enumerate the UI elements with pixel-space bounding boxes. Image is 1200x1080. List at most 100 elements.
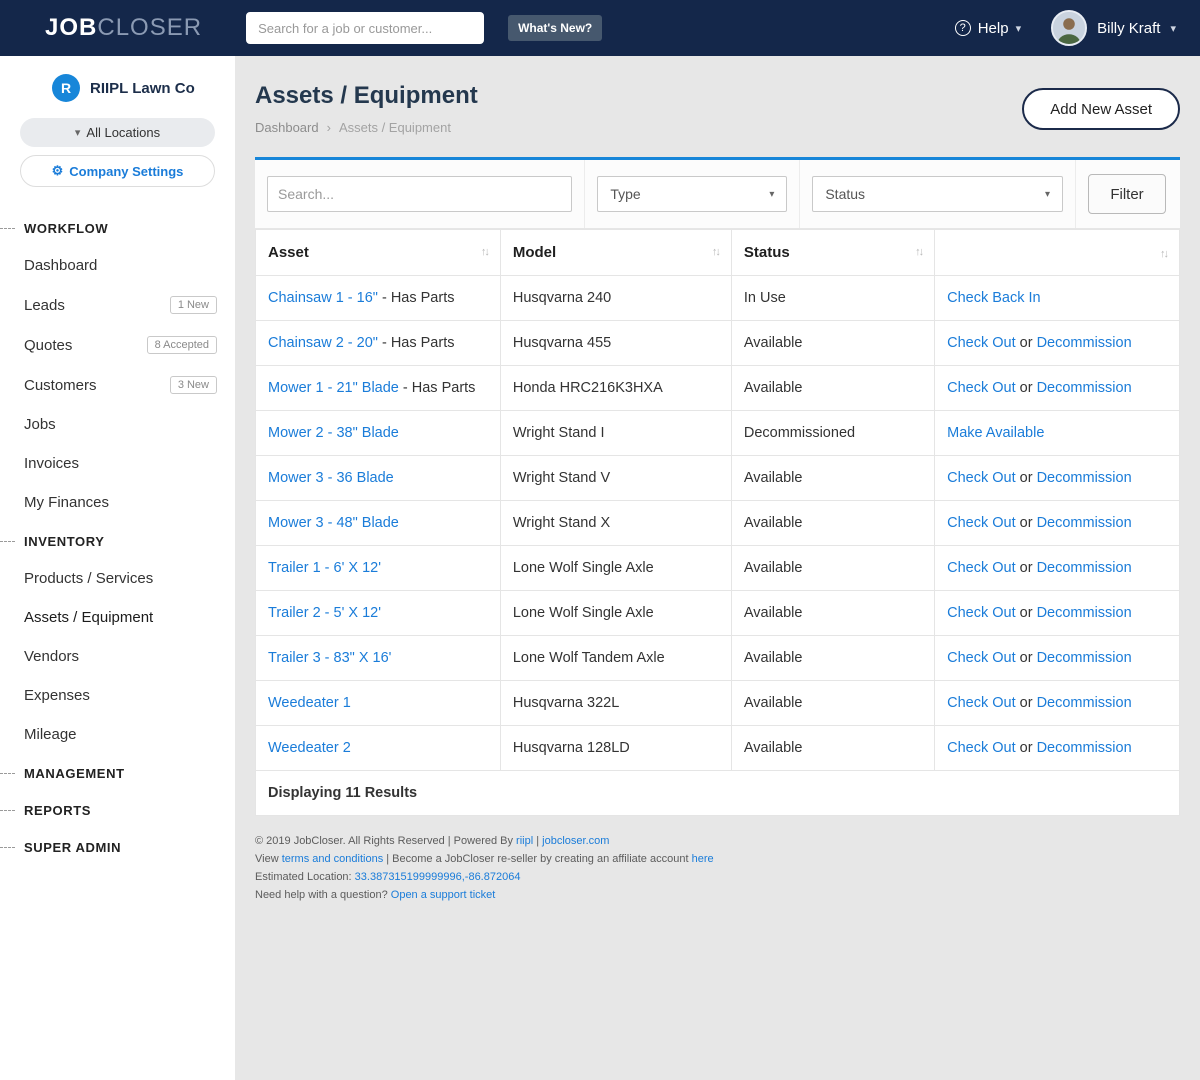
table-search-input[interactable] xyxy=(267,176,572,212)
sidebar-item-vendors[interactable]: Vendors xyxy=(0,637,235,676)
check-out-link[interactable]: Check Out xyxy=(947,650,1016,666)
assets-table-body: Chainsaw 1 - 16" - Has PartsHusqvarna 24… xyxy=(256,276,1180,816)
asset-link[interactable]: Chainsaw 2 - 20" xyxy=(268,335,378,351)
topbar: JOBCLOSER What's New? ? Help ▾ Billy Kra… xyxy=(0,0,1200,56)
asset-link[interactable]: Mower 3 - 48" Blade xyxy=(268,515,399,531)
sort-icon[interactable]: ↑↓ xyxy=(915,246,922,258)
sidebar-item-customers[interactable]: Customers3 New xyxy=(0,365,235,405)
company-settings-label: Company Settings xyxy=(69,164,183,179)
sidebar-item-dashboard[interactable]: Dashboard xyxy=(0,246,235,285)
footer-link-33-387315199999996-86-872064[interactable]: 33.387315199999996,-86.872064 xyxy=(355,871,521,883)
footer-link-jobcloser-com[interactable]: jobcloser.com xyxy=(542,835,609,847)
filter-button-cell: Filter xyxy=(1076,160,1180,228)
locations-label: All Locations xyxy=(86,125,160,140)
sidebar-item-products-services[interactable]: Products / Services xyxy=(0,559,235,598)
filter-button[interactable]: Filter xyxy=(1088,174,1166,214)
company-row[interactable]: R RIIPL Lawn Co xyxy=(0,56,235,110)
app-logo[interactable]: JOBCLOSER xyxy=(45,14,202,42)
model-cell: Husqvarna 240 xyxy=(500,276,731,321)
action-separator: or xyxy=(1016,515,1037,531)
chevron-down-icon: ▾ xyxy=(1016,22,1022,35)
column-header-asset[interactable]: ↑↓ Asset xyxy=(256,230,501,276)
actions-cell: Make Available xyxy=(935,411,1180,456)
locations-dropdown[interactable]: ▾ All Locations xyxy=(20,118,215,147)
sidebar-item-label: Quotes xyxy=(24,337,72,354)
action-separator: or xyxy=(1016,740,1037,756)
asset-link[interactable]: Chainsaw 1 - 16" xyxy=(268,290,378,306)
gear-icon: ⚙ xyxy=(52,163,64,179)
asset-link[interactable]: Mower 3 - 36 Blade xyxy=(268,470,394,486)
asset-link[interactable]: Mower 2 - 38" Blade xyxy=(268,425,399,441)
footer-link-here[interactable]: here xyxy=(692,853,714,865)
make-available-link[interactable]: Make Available xyxy=(947,425,1044,441)
user-menu[interactable]: Billy Kraft ▾ xyxy=(1051,10,1176,46)
add-new-asset-button[interactable]: Add New Asset xyxy=(1022,88,1180,130)
column-header-status[interactable]: ↑↓Status xyxy=(731,230,934,276)
global-search-input[interactable] xyxy=(246,12,484,44)
asset-link[interactable]: Trailer 1 - 6' X 12' xyxy=(268,560,381,576)
check-out-link[interactable]: Check Out xyxy=(947,335,1016,351)
whats-new-button[interactable]: What's New? xyxy=(508,15,602,41)
asset-link[interactable]: Weedeater 1 xyxy=(268,695,351,711)
decommission-link[interactable]: Decommission xyxy=(1037,740,1132,756)
decommission-link[interactable]: Decommission xyxy=(1037,380,1132,396)
asset-cell: Mower 3 - 36 Blade xyxy=(256,456,501,501)
check-out-link[interactable]: Check Out xyxy=(947,380,1016,396)
sidebar-item-mileage[interactable]: Mileage xyxy=(0,715,235,754)
sidebar-item-jobs[interactable]: Jobs xyxy=(0,405,235,444)
decommission-link[interactable]: Decommission xyxy=(1037,515,1132,531)
filter-type-cell: Type ▾ xyxy=(585,160,800,228)
asset-link[interactable]: Mower 1 - 21" Blade xyxy=(268,380,399,396)
sidebar-item-quotes[interactable]: Quotes8 Accepted xyxy=(0,325,235,365)
sidebar-item-label: Expenses xyxy=(24,687,90,704)
column-header-label: Asset xyxy=(268,244,309,261)
breadcrumb-current: Assets / Equipment xyxy=(339,120,451,135)
decommission-link[interactable]: Decommission xyxy=(1037,605,1132,621)
decommission-link[interactable]: Decommission xyxy=(1037,695,1132,711)
status-select[interactable]: Status ▾ xyxy=(812,176,1063,212)
sort-icon[interactable]: ↑↓ xyxy=(712,246,719,258)
sidebar-item-expenses[interactable]: Expenses xyxy=(0,676,235,715)
breadcrumb-dashboard[interactable]: Dashboard xyxy=(255,120,319,135)
footer-link-terms-and-conditions[interactable]: terms and conditions xyxy=(282,853,384,865)
sidebar-section-super-admin: SUPER ADMIN xyxy=(0,828,235,865)
column-header-model[interactable]: ↑↓Model xyxy=(500,230,731,276)
check-out-link[interactable]: Check Out xyxy=(947,470,1016,486)
status-select-value: Status xyxy=(825,186,865,202)
help-menu[interactable]: ? Help ▾ xyxy=(955,20,1021,37)
footer-link-open-a-support-ticket[interactable]: Open a support ticket xyxy=(391,889,496,901)
table-header-row: ↑↓Asset↑↓Model↑↓Status↑↓ xyxy=(256,230,1180,276)
type-select[interactable]: Type ▾ xyxy=(597,176,787,212)
column-header-actions[interactable]: ↑↓ xyxy=(935,230,1180,276)
status-cell: Available xyxy=(731,456,934,501)
sort-icon[interactable]: ↑↓ xyxy=(481,246,488,258)
sort-icon[interactable]: ↑↓ xyxy=(1160,248,1167,260)
asset-link[interactable]: Weedeater 2 xyxy=(268,740,351,756)
sidebar-item-invoices[interactable]: Invoices xyxy=(0,444,235,483)
decommission-link[interactable]: Decommission xyxy=(1037,470,1132,486)
check-out-link[interactable]: Check Out xyxy=(947,740,1016,756)
avatar xyxy=(1051,10,1087,46)
check-back-in-link[interactable]: Check Back In xyxy=(947,290,1041,306)
asset-link[interactable]: Trailer 2 - 5' X 12' xyxy=(268,605,381,621)
decommission-link[interactable]: Decommission xyxy=(1037,650,1132,666)
decommission-link[interactable]: Decommission xyxy=(1037,560,1132,576)
check-out-link[interactable]: Check Out xyxy=(947,560,1016,576)
sidebar-item-leads[interactable]: Leads1 New xyxy=(0,285,235,325)
company-settings-button[interactable]: ⚙ Company Settings xyxy=(20,155,215,187)
table-row: Mower 2 - 38" BladeWright Stand IDecommi… xyxy=(256,411,1180,456)
footer-link-riipl[interactable]: riipl xyxy=(516,835,533,847)
sidebar-item-my-finances[interactable]: My Finances xyxy=(0,483,235,522)
sidebar-item-assets-equipment[interactable]: Assets / Equipment xyxy=(0,598,235,637)
table-row: Chainsaw 2 - 20" - Has PartsHusqvarna 45… xyxy=(256,321,1180,366)
asset-cell: Mower 3 - 48" Blade xyxy=(256,501,501,546)
decommission-link[interactable]: Decommission xyxy=(1037,335,1132,351)
table-row: Trailer 2 - 5' X 12'Lone Wolf Single Axl… xyxy=(256,591,1180,636)
check-out-link[interactable]: Check Out xyxy=(947,695,1016,711)
check-out-link[interactable]: Check Out xyxy=(947,605,1016,621)
asset-link[interactable]: Trailer 3 - 83" X 16' xyxy=(268,650,391,666)
model-cell: Lone Wolf Tandem Axle xyxy=(500,636,731,681)
check-out-link[interactable]: Check Out xyxy=(947,515,1016,531)
table-row: Chainsaw 1 - 16" - Has PartsHusqvarna 24… xyxy=(256,276,1180,321)
sidebar-item-label: Leads xyxy=(24,297,65,314)
